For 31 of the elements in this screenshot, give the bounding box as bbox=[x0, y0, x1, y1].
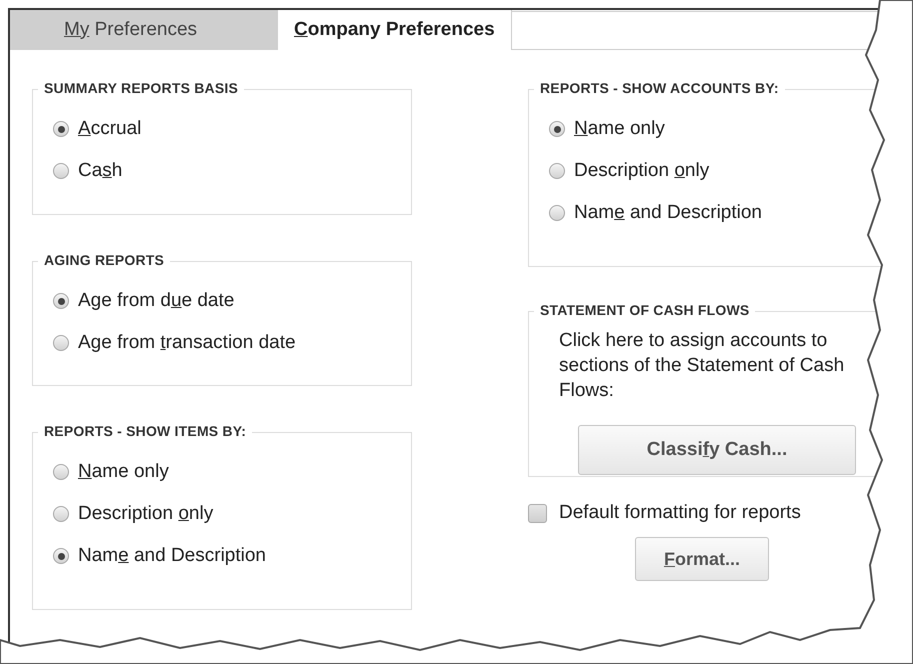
preferences-tab[interactable]: My Preferences bbox=[10, 10, 278, 50]
radio-button[interactable] bbox=[53, 464, 69, 480]
radio-button[interactable] bbox=[549, 163, 565, 179]
radio-button[interactable] bbox=[53, 506, 69, 522]
radio-button[interactable] bbox=[53, 163, 69, 179]
radio-button[interactable] bbox=[53, 335, 69, 351]
instruction-text: Click here to assign accounts to sections of the Statement of Cash Flows: bbox=[559, 329, 846, 403]
radio-button[interactable] bbox=[549, 205, 565, 221]
group-title: SUMMARY REPORTS BASIS bbox=[38, 80, 244, 96]
group-title: AGING REPORTS bbox=[38, 252, 170, 268]
radio-button[interactable] bbox=[549, 121, 565, 137]
group-title: STATEMENT OF CASH FLOWS bbox=[534, 302, 756, 318]
radio-label: Age from transaction date bbox=[78, 332, 296, 354]
format-button[interactable]: Format... bbox=[635, 537, 769, 581]
group-title: REPORTS - SHOW ACCOUNTS BY: bbox=[534, 80, 785, 96]
radio-label: Name only bbox=[78, 461, 169, 483]
radio-button[interactable] bbox=[53, 121, 69, 137]
group-title: REPORTS - SHOW ITEMS BY: bbox=[38, 423, 252, 439]
radio-label: Name and Description bbox=[574, 202, 762, 224]
checkbox[interactable] bbox=[528, 504, 547, 522]
radio-button[interactable] bbox=[53, 293, 69, 309]
radio-label: Cash bbox=[78, 160, 122, 182]
classify-cash-button[interactable]: Classify Cash... bbox=[578, 425, 856, 475]
radio-label: Age from due date bbox=[78, 290, 234, 312]
radio-button[interactable] bbox=[53, 548, 69, 564]
radio-label: Accrual bbox=[78, 118, 142, 140]
radio-label: Name only bbox=[574, 118, 665, 140]
radio-label: Description only bbox=[574, 160, 710, 182]
radio-label: Description only bbox=[78, 503, 214, 525]
checkbox-label: Default formatting for reports bbox=[559, 502, 801, 524]
radio-label: Name and Description bbox=[78, 545, 266, 567]
